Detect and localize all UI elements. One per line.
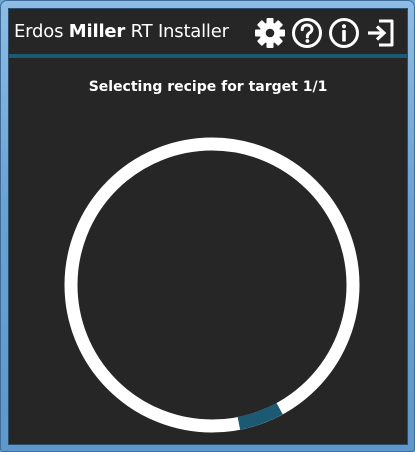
title-suffix: RT Installer [125, 21, 229, 42]
title-prefix: Erdos [14, 21, 69, 42]
app-title: Erdos Miller RT Installer [14, 21, 229, 43]
header-accent-line [9, 54, 407, 58]
status-text: Selecting recipe for target 1/1 [88, 79, 328, 95]
progress-ring-indicator [237, 402, 283, 430]
settings-button[interactable] [253, 17, 286, 50]
exit-button[interactable] [364, 17, 397, 50]
help-button[interactable] [290, 17, 323, 50]
title-bold: Miller [68, 21, 126, 42]
window-frame: Erdos Miller RT Installer Selecting reci… [0, 0, 415, 452]
progress-ring-track [64, 137, 360, 433]
installer-window: Erdos Miller RT Installer Selecting reci… [8, 8, 408, 445]
info-button[interactable] [327, 17, 360, 50]
progress-ring [64, 137, 360, 433]
info-icon [328, 18, 359, 48]
title-bar: Erdos Miller RT Installer [9, 9, 407, 54]
gear-icon [254, 18, 285, 48]
toolbar [253, 16, 397, 50]
sign-in-icon [367, 19, 393, 47]
question-icon [291, 18, 322, 48]
